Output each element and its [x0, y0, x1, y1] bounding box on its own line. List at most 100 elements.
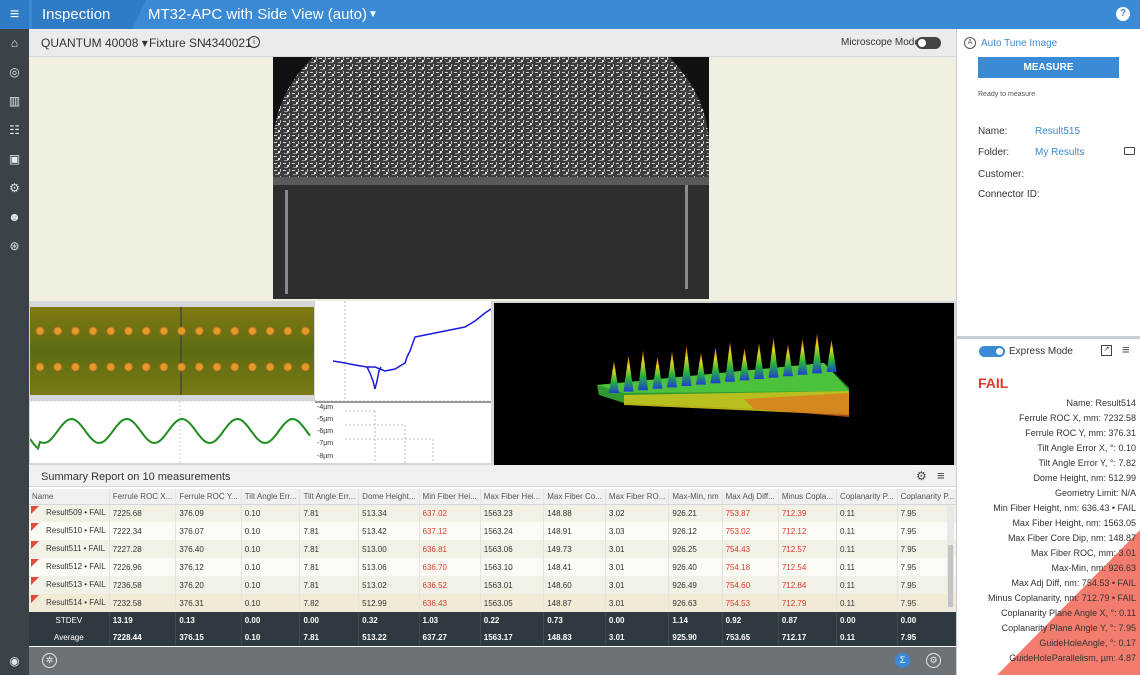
fiber-spike	[754, 343, 764, 379]
microscope-mode-label: Microscope Mode	[841, 37, 920, 48]
stat-cell: 1.14	[668, 612, 723, 629]
folder-label: Folder:	[978, 147, 1010, 158]
measure-button[interactable]: MEASURE	[978, 57, 1119, 78]
result-name-cell[interactable]: Result513 • FAIL	[29, 576, 110, 594]
table-cell: 926.63	[668, 594, 723, 612]
home-icon[interactable]: ⌂	[0, 33, 29, 53]
sigma-icon[interactable]: Σ	[895, 653, 910, 668]
result-field: Coplanarity Plane Angle Y, °: 7.95	[1001, 623, 1136, 633]
chevron-down-icon[interactable]: ▼	[368, 0, 378, 29]
camera-icon[interactable]: ▣	[0, 149, 29, 169]
table-row[interactable]: Result512 • FAIL 7226.96 376.12 0.10 7.81 513…	[29, 558, 1081, 576]
lifebuoy-icon[interactable]: ⊛	[0, 236, 29, 256]
gear-icon[interactable]: ⚙	[0, 178, 29, 198]
aperture-icon[interactable]: ✲	[42, 653, 57, 668]
axis-label: -8µm	[317, 453, 333, 460]
column-header[interactable]: Coplanarity P...	[897, 489, 959, 505]
auto-tune-link[interactable]: Auto Tune Image	[981, 38, 1057, 49]
fiber-dot	[106, 326, 116, 336]
column-header[interactable]: Tilt Angle Err...	[299, 489, 360, 505]
fiber-top-view[interactable]	[30, 307, 314, 395]
column-header[interactable]: Ferrule ROC X...	[109, 489, 177, 505]
microscope-image[interactable]	[273, 57, 709, 299]
settings-icon[interactable]: ⚙	[916, 469, 927, 483]
sliders-icon[interactable]: ☷	[0, 120, 29, 140]
column-header[interactable]: Minus Copla...	[778, 489, 837, 505]
table-cell: 3.01	[605, 594, 670, 612]
stat-cell: 0.13	[175, 612, 242, 629]
result-name-cell[interactable]: Result514 • FAIL	[29, 594, 110, 612]
table-cell: 513.06	[358, 558, 420, 576]
name-value[interactable]: Result515	[1035, 126, 1080, 137]
microscope-mode-toggle[interactable]	[916, 37, 941, 49]
fiber-dot	[141, 362, 151, 372]
target-icon[interactable]: ◎	[0, 62, 29, 82]
instrument-select[interactable]: QUANTUM 40008 ▾	[41, 36, 148, 50]
table-cell: 712.79	[778, 594, 837, 612]
column-header[interactable]: Min Fiber Hei...	[419, 489, 481, 505]
column-header[interactable]: Max Fiber Hei...	[480, 489, 545, 505]
mode-title[interactable]: Inspection	[32, 0, 132, 29]
column-header[interactable]: Coplanarity P...	[836, 489, 898, 505]
summary-header: Summary Report on 10 measurements ⚙ ≡	[29, 465, 956, 487]
auto-tune-icon[interactable]: A	[964, 37, 976, 49]
table-cell: 926.12	[668, 522, 723, 540]
folder-icon[interactable]	[1124, 147, 1135, 155]
stat-cell: 0.32	[358, 612, 420, 629]
table-scrollbar[interactable]	[947, 505, 954, 610]
fail-flag-icon	[31, 595, 39, 603]
user-icon[interactable]: ◉	[0, 651, 29, 671]
open-external-icon[interactable]: ↗	[1101, 345, 1112, 356]
table-row[interactable]: Result513 • FAIL 7236.58 376.20 0.10 7.81 513…	[29, 576, 1081, 594]
table-row[interactable]: Result509 • FAIL 7225.68 376.09 0.10 7.81 513…	[29, 504, 1081, 522]
menu-icon[interactable]: ≡	[0, 0, 29, 29]
table-row[interactable]: Result510 • FAIL 7222.34 376.07 0.10 7.81 513…	[29, 522, 1081, 540]
column-header[interactable]: Ferrule ROC Y...	[175, 489, 242, 505]
top-bar: ≡ Inspection MT32-APC with Side View (au…	[0, 0, 1140, 29]
table-row[interactable]: Result511 • FAIL 7227.28 376.40 0.10 7.81 513…	[29, 540, 1081, 558]
column-header[interactable]: Max Adj Diff...	[722, 489, 779, 505]
column-header[interactable]: Dome Height...	[358, 489, 420, 505]
users-icon[interactable]: ☻	[0, 207, 29, 227]
table-cell: 636.70	[419, 558, 481, 576]
panel-divider[interactable]	[957, 336, 1140, 339]
table-cell: 7.82	[299, 594, 360, 612]
connector-id-label[interactable]: Connector ID:	[978, 189, 1040, 200]
result-name: Result513 • FAIL	[46, 580, 106, 589]
help-icon[interactable]: ?	[1116, 7, 1130, 21]
column-header[interactable]: Name	[29, 489, 110, 505]
result-name-cell[interactable]: Result509 • FAIL	[29, 504, 110, 522]
book-icon[interactable]: ▥	[0, 91, 29, 111]
procedure-title[interactable]: MT32-APC with Side View (auto)	[148, 0, 367, 29]
result-field: GuideHoleAngle, °: 0.17	[1039, 638, 1136, 648]
folder-value[interactable]: My Results	[1035, 147, 1084, 158]
fiber-height-waveform[interactable]	[29, 400, 315, 463]
column-header[interactable]: Max Fiber Co...	[543, 489, 606, 505]
result-field: Max Fiber Core Dip, nm: 148.87	[1007, 533, 1136, 543]
menu-icon[interactable]: ≡	[1122, 342, 1130, 357]
fiber-dot	[159, 362, 169, 372]
result-field: Tilt Angle Error X, °: 0.10	[1037, 443, 1136, 453]
customer-label[interactable]: Customer:	[978, 169, 1024, 180]
3d-surface-view[interactable]	[494, 303, 954, 465]
info-icon[interactable]: i	[248, 36, 260, 48]
fiber-dot	[88, 362, 98, 372]
stat-cell: 0.00	[605, 612, 670, 629]
result-name-cell[interactable]: Result512 • FAIL	[29, 558, 110, 576]
column-header[interactable]: Max Fiber RO...	[605, 489, 670, 505]
table-cell: 0.11	[836, 522, 898, 540]
average-label: Average	[29, 629, 110, 646]
fiber-profile-chart[interactable]	[315, 301, 492, 402]
fiber-dot	[70, 326, 80, 336]
column-header[interactable]: Max-Min, nm	[668, 489, 723, 505]
result-name-cell[interactable]: Result511 • FAIL	[29, 540, 110, 558]
result-name-cell[interactable]: Result510 • FAIL	[29, 522, 110, 540]
fiber-dot	[194, 362, 204, 372]
table-cell: 0.11	[836, 540, 898, 558]
express-mode-toggle[interactable]	[979, 346, 1005, 357]
summary-table: Name Ferrule ROC X... Ferrule ROC Y... Tilt…	[29, 489, 1081, 646]
settings-icon[interactable]: ⚙	[926, 653, 941, 668]
table-row[interactable]: Result514 • FAIL 7232.58 376.31 0.10 7.82 512…	[29, 594, 1081, 612]
column-header[interactable]: Tilt Angle Err...	[241, 489, 301, 505]
menu-icon[interactable]: ≡	[937, 468, 945, 483]
